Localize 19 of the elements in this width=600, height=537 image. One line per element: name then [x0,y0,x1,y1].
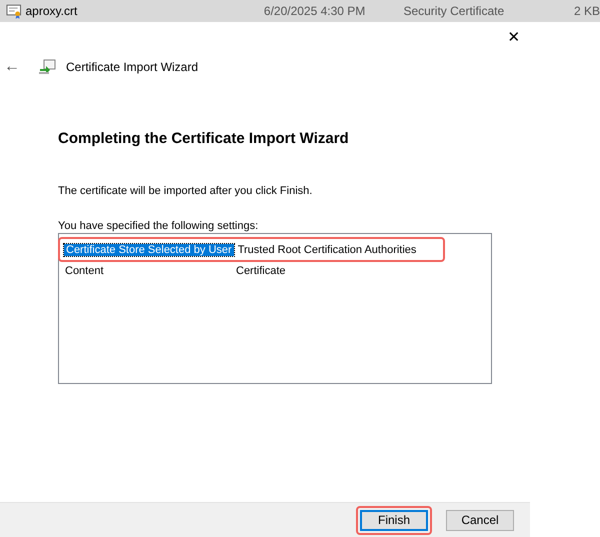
file-type: Security Certificate [403,4,506,18]
window-title: Certificate Import Wizard [66,60,198,74]
file-row[interactable]: aproxy.crt 6/20/2025 4:30 PM Security Certificate 2 KB [0,0,600,22]
wizard-icon [38,59,56,75]
back-button[interactable]: ← [4,58,20,76]
file-date: 6/20/2025 4:30 PM [264,4,366,18]
certificate-file-icon [6,3,22,19]
settings-label: You have specified the following settings: [58,219,260,233]
file-size: 2 KB [574,4,600,18]
file-name: aproxy.crt [26,4,78,18]
setting-name[interactable]: Content [63,264,232,276]
setting-name[interactable]: Certificate Store Selected by User [64,244,234,256]
setting-value: Certificate [236,264,286,276]
cancel-button[interactable]: Cancel [446,510,514,530]
intro-text: The certificate will be imported after you click Finish. [58,185,314,197]
finish-button[interactable]: Finish [360,510,428,530]
page-heading: Completing the Certificate Import Wizard [58,130,350,147]
setting-value: Trusted Root Certification Authorities [238,244,416,256]
close-button[interactable]: ✕ [506,28,522,46]
